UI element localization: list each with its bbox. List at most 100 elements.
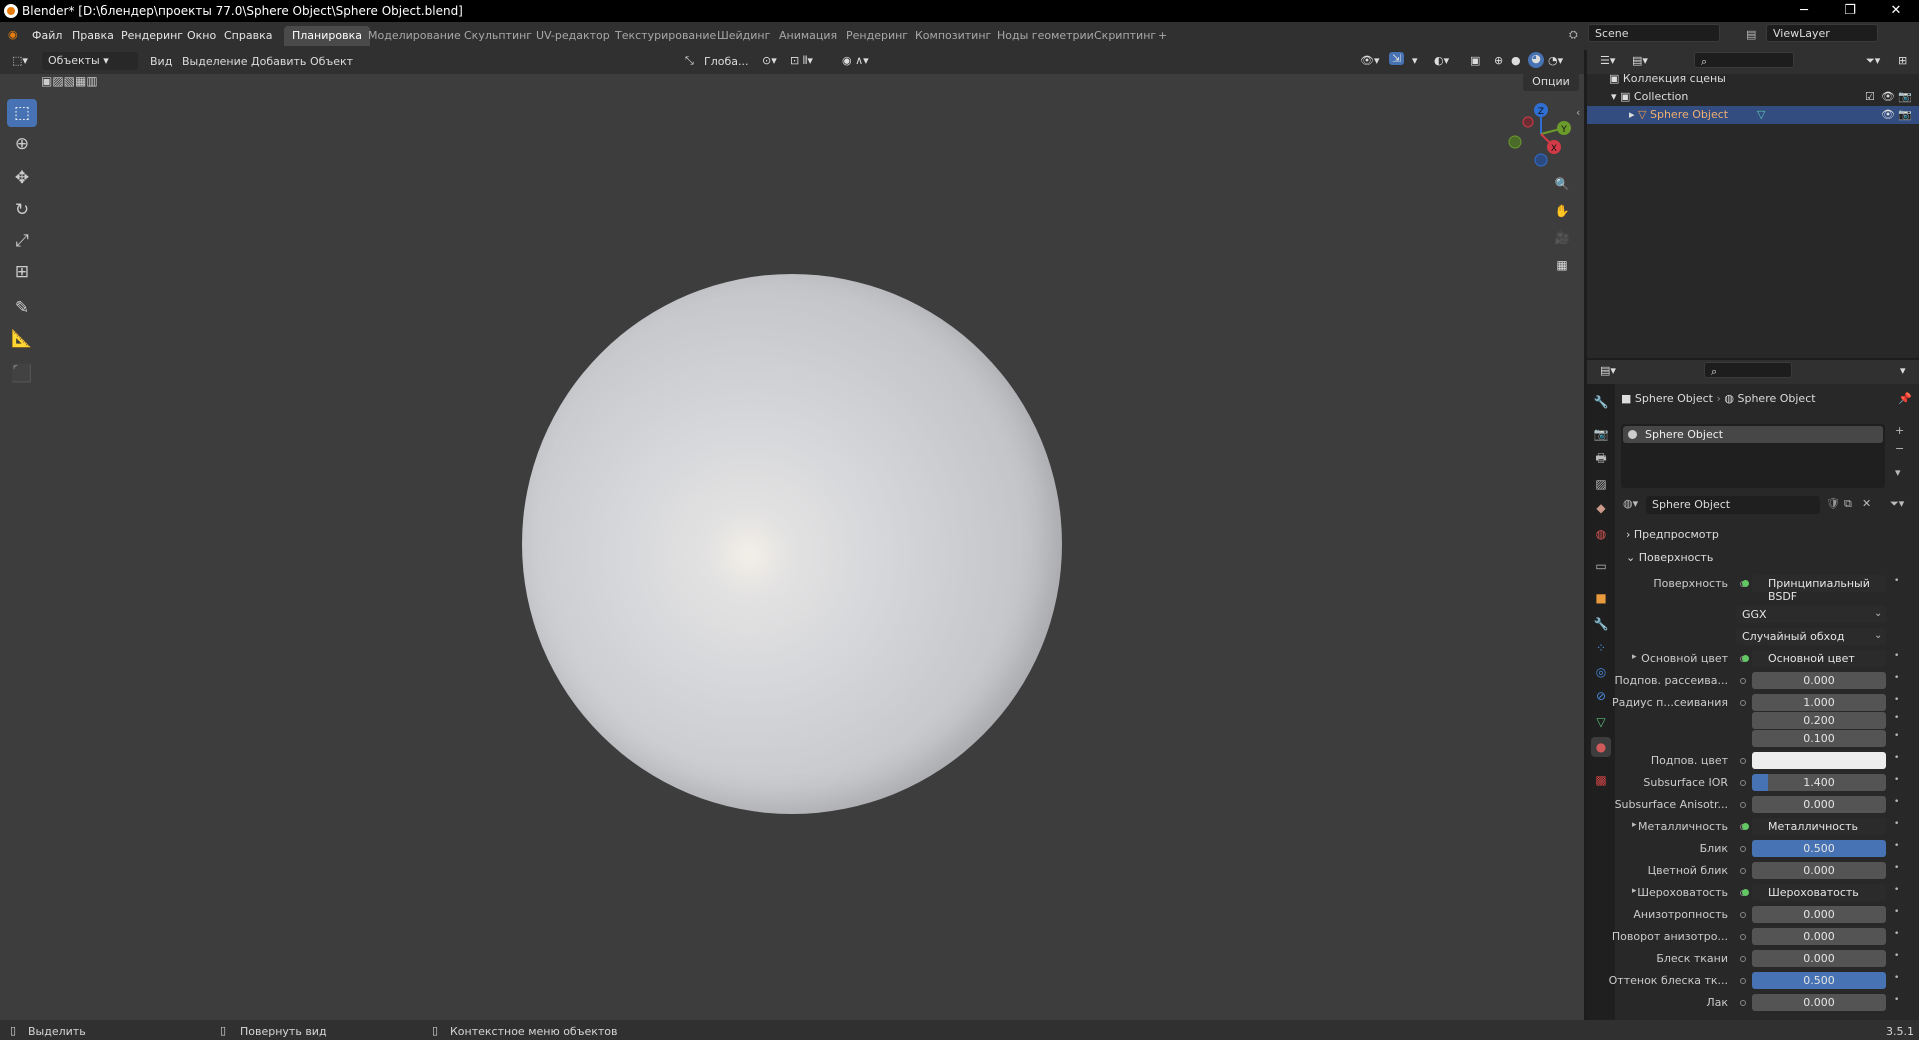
socket-icon[interactable] [1740, 868, 1746, 874]
pan-view-icon[interactable]: ✋ [1552, 201, 1572, 221]
outliner-filter-icon[interactable]: ⏷▾ [1866, 54, 1880, 68]
property-field[interactable]: Металличность [1752, 818, 1886, 835]
scene-selector[interactable]: Scene [1588, 24, 1720, 42]
viewport-menu-select[interactable]: Выделение [182, 55, 248, 68]
remove-slot-button[interactable]: − [1895, 442, 1904, 455]
gizmo-toggle-icon[interactable]: ⇲ [1389, 52, 1405, 65]
world-tab-icon[interactable]: ◍ [1591, 524, 1611, 544]
measure-tool-icon[interactable]: 📐 [7, 325, 37, 353]
tool-tab-icon[interactable]: 🔧 [1591, 392, 1611, 412]
properties-options-icon[interactable]: ▾ [1900, 364, 1906, 377]
property-field[interactable]: Шероховатость [1752, 884, 1886, 901]
property-field[interactable]: Принципиальный BSDF [1752, 575, 1886, 603]
expand-input-icon[interactable]: ▸ [1632, 886, 1637, 896]
socket-icon[interactable] [1740, 678, 1746, 684]
gizmo-neg-y-axis[interactable] [1508, 135, 1522, 149]
zoom-view-icon[interactable]: 🔍 [1552, 174, 1572, 194]
socket-icon[interactable] [1740, 758, 1746, 764]
keyframe-icon[interactable]: • [1894, 841, 1899, 851]
property-field[interactable]: 0.000 [1752, 906, 1886, 923]
orientation-selector[interactable]: Глоба... [704, 55, 748, 68]
tab-layout[interactable]: Планировка [284, 26, 370, 46]
tab-compositing[interactable]: Композитинг [907, 26, 999, 46]
outliner-scene-collection-row[interactable]: ▣ Коллекция сцены [1587, 70, 1919, 88]
xray-icon[interactable]: ▣ [1470, 54, 1480, 67]
add-slot-button[interactable]: + [1895, 424, 1904, 437]
scale-tool-icon[interactable]: ⤢ [7, 227, 37, 255]
outliner-editor-type-icon[interactable]: ☰▾ [1600, 54, 1615, 67]
property-field[interactable]: 1.000 [1752, 694, 1886, 711]
orientation-icon[interactable]: ⤡ [685, 54, 694, 68]
outliner-search-input[interactable]: ⌕ [1694, 52, 1794, 68]
pivot-icon[interactable]: ⊙▾ [762, 54, 777, 67]
keyframe-icon[interactable]: • [1894, 713, 1899, 723]
output-tab-icon[interactable]: 🖶 [1591, 448, 1611, 468]
tab-animation[interactable]: Анимация [771, 26, 845, 46]
data-tab-icon[interactable]: ▽ [1591, 712, 1611, 732]
tab-modeling[interactable]: Моделирование [360, 26, 469, 46]
camera-view-icon[interactable]: 🎥 [1552, 228, 1572, 248]
collection-render-icon[interactable]: 📷 [1898, 90, 1912, 103]
expand-input-icon[interactable]: ▸ [1632, 652, 1637, 662]
proportional-edit-icon[interactable]: ◉ ∧▾ [842, 54, 869, 67]
tab-uv-editing[interactable]: UV-редактор [528, 26, 618, 46]
property-field[interactable]: Основной цвет [1752, 650, 1886, 667]
socket-icon[interactable] [1740, 1000, 1746, 1006]
options-dropdown[interactable]: Опции [1523, 73, 1579, 91]
socket-icon[interactable] [1740, 978, 1746, 984]
collection-visibility-icon[interactable]: 👁 [1881, 90, 1895, 103]
menu-window[interactable]: Окно [187, 29, 216, 42]
keyframe-icon[interactable]: • [1894, 673, 1899, 683]
socket-icon[interactable] [1740, 934, 1746, 940]
scene-tab-icon[interactable]: ◆ [1591, 498, 1611, 518]
mode-selector[interactable]: Объекты ▾ [42, 52, 138, 70]
property-field[interactable]: 0.000 [1752, 862, 1886, 879]
solid-shading-icon[interactable]: ● [1511, 54, 1521, 67]
property-field[interactable]: 0.200 [1752, 712, 1886, 729]
tab-rendering[interactable]: Рендеринг [838, 26, 916, 46]
keyframe-icon[interactable]: • [1894, 819, 1899, 829]
new-collection-icon[interactable]: ⊞ [1898, 54, 1907, 67]
browse-material-icon[interactable]: ◍▾ [1623, 497, 1638, 510]
gizmo-neg-z-axis[interactable] [1534, 153, 1548, 167]
socket-icon[interactable] [1740, 700, 1746, 706]
navigation-gizmo[interactable]: Z Y X [1500, 100, 1580, 172]
add-workspace-button[interactable]: + [1150, 26, 1175, 46]
sphere-object-mesh[interactable] [522, 274, 1062, 814]
socket-icon[interactable] [1740, 802, 1746, 808]
collection-checkbox-icon[interactable]: ☑ [1865, 90, 1875, 103]
select-box-tool-icon[interactable]: ⬚ [7, 99, 37, 127]
material-name-field[interactable]: Sphere Object [1646, 496, 1820, 514]
keyframe-icon[interactable]: • [1894, 973, 1899, 983]
collection-tab-icon[interactable]: ▭ [1591, 556, 1611, 576]
keyframe-icon[interactable]: • [1894, 731, 1899, 741]
property-field[interactable]: 0.000 [1752, 796, 1886, 813]
object-visibility-icon[interactable]: 👁 [1881, 108, 1895, 121]
material-slot-item[interactable]: Sphere Object [1623, 426, 1883, 443]
outliner-sphere-object-row[interactable]: ▸ ▽ Sphere Object ▽ 👁 📷 [1587, 106, 1919, 124]
mesh-data-icon[interactable]: ▽ [1757, 108, 1765, 121]
object-tab-icon[interactable]: ■ [1591, 588, 1611, 608]
property-field[interactable]: 0.000 [1752, 928, 1886, 945]
viewport-menu-view[interactable]: Вид [150, 55, 172, 68]
unlink-material-icon[interactable]: ✕ [1862, 497, 1871, 510]
property-field[interactable]: 0.000 [1752, 994, 1886, 1011]
close-button[interactable]: ✕ [1873, 0, 1919, 22]
property-field[interactable]: 0.500 [1752, 972, 1886, 989]
property-field[interactable]: 1.400 [1752, 774, 1886, 791]
menu-help[interactable]: Справка [224, 29, 272, 42]
socket-icon[interactable] [1740, 912, 1746, 918]
keyframe-icon[interactable]: • [1894, 907, 1899, 917]
outliner-collection-row[interactable]: ▾ ▣ Collection ☑ 👁 📷 [1587, 88, 1919, 106]
gizmo-dropdown-icon[interactable]: ▾ [1412, 54, 1418, 67]
snap-icon[interactable]: ⊡ ⫴▾ [790, 54, 813, 68]
keyframe-icon[interactable]: • [1894, 863, 1899, 873]
select-mode-icons[interactable]: ▣▨▧▦▥ [41, 74, 125, 90]
fake-user-icon[interactable]: 🛡 [1826, 497, 1840, 510]
sidebar-toggle-icon[interactable]: ‹ [1576, 106, 1580, 119]
property-field[interactable]: 0.000 [1752, 672, 1886, 689]
keyframe-icon[interactable]: • [1894, 576, 1899, 586]
transform-tool-icon[interactable]: ⊞ [7, 258, 37, 286]
visibility-icon[interactable]: 👁▾ [1360, 54, 1380, 67]
pin-icon[interactable]: 📌 [1898, 392, 1912, 405]
